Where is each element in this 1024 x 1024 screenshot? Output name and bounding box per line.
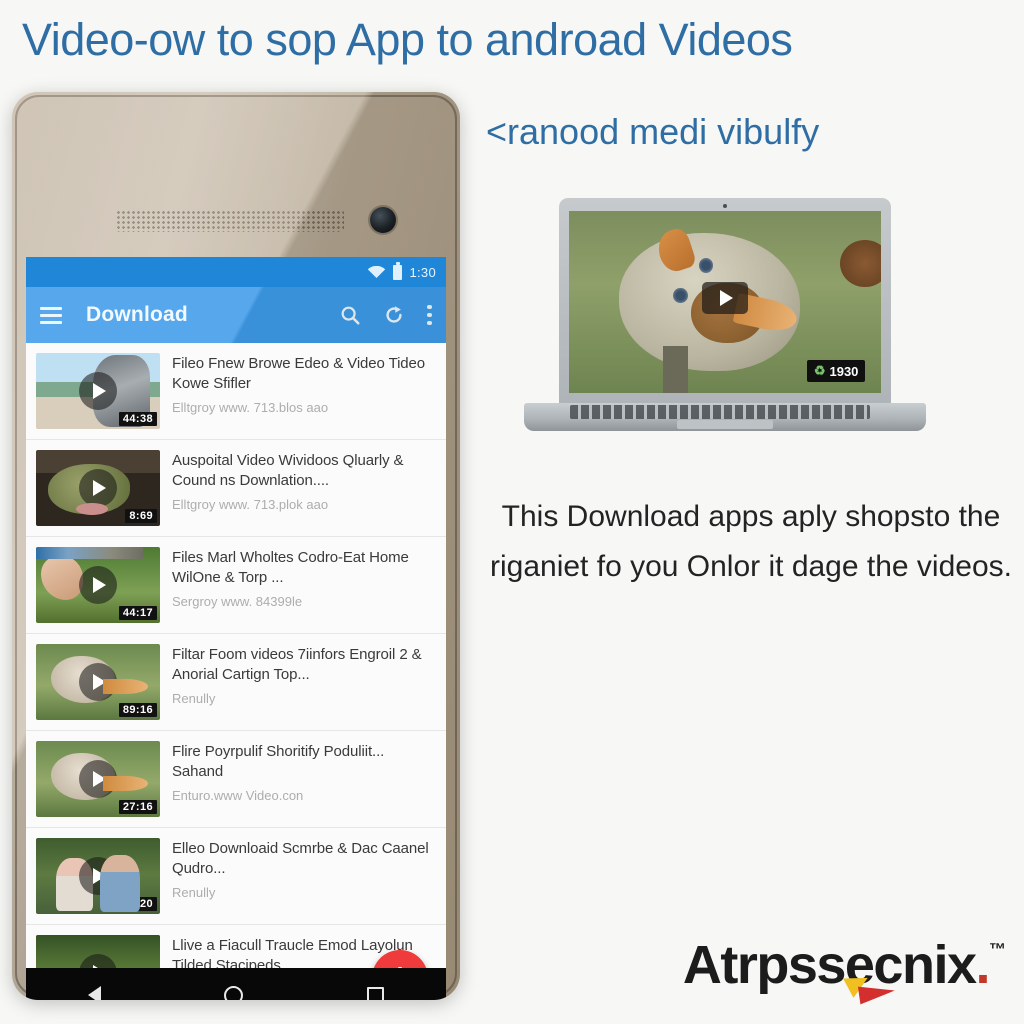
- front-camera-icon: [370, 207, 396, 233]
- plush-eye: [673, 288, 688, 304]
- body-copy-text: This Download apps aply shopsto the riga…: [490, 500, 1012, 583]
- video-thumbnail[interactable]: 44:38: [36, 353, 160, 429]
- page-subheadline: <ranood medi vibulfy: [486, 111, 820, 152]
- video-title: Filtar Foom videos 7iinfors Engroil 2 & …: [172, 646, 422, 683]
- laptop-camera-icon: [723, 204, 727, 208]
- video-thumbnail[interactable]: 61:20: [36, 838, 160, 914]
- duration-badge: 27:16: [118, 800, 157, 814]
- app-bar-actions: [339, 304, 432, 326]
- status-bar-clock: 1:30: [409, 264, 436, 280]
- video-thumbnail[interactable]: 27:16: [36, 741, 160, 817]
- play-button-icon[interactable]: [79, 372, 117, 410]
- list-item[interactable]: 89:16 Filtar Foom videos 7iinfors Engroi…: [26, 634, 446, 731]
- video-subtitle: Renully: [172, 691, 216, 706]
- status-bar: 1:30: [26, 257, 446, 287]
- list-item[interactable]: 44:38 Fileo Fnew Browe Edeo & Video Tide…: [26, 343, 446, 440]
- play-button-icon[interactable]: [702, 282, 748, 315]
- duration-badge: 89:16: [118, 703, 157, 717]
- recycle-icon: ♻: [813, 363, 826, 379]
- play-button-icon[interactable]: [79, 469, 117, 507]
- video-title: Flire Poyrpulif Shoritify Poduliit... Sa…: [172, 743, 385, 780]
- video-title: Auspoital Video Wividoos Qluarly & Cound…: [172, 452, 404, 489]
- plush-ear: [653, 226, 697, 276]
- play-button-icon[interactable]: [79, 760, 117, 798]
- list-item-meta: Auspoital Video Wividoos Qluarly & Cound…: [172, 450, 436, 513]
- nav-back-icon[interactable]: [87, 986, 101, 1000]
- list-item-meta: Filtar Foom videos 7iinfors Engroil 2 & …: [172, 644, 436, 707]
- laptop-trackpad: [677, 420, 773, 429]
- video-download-list[interactable]: 44:38 Fileo Fnew Browe Edeo & Video Tide…: [26, 343, 446, 1000]
- brand-logo-dot: .: [975, 935, 990, 995]
- brand-logo-name: Atrpssecnix: [682, 935, 977, 995]
- app-bar: Download: [26, 287, 446, 343]
- list-item[interactable]: 27:16 Flire Poyrpulif Shoritify Poduliit…: [26, 731, 446, 828]
- wifi-icon: [368, 265, 386, 278]
- video-title: Elleo Downloaid Scmrbe & Dac Caanel Qudr…: [172, 840, 429, 877]
- video-subtitle: Elltgroy www. 713.blos aao: [172, 400, 329, 415]
- trademark-symbol: ™: [989, 940, 1006, 959]
- hamburger-menu-icon[interactable]: [40, 306, 62, 324]
- video-subtitle: Elltgroy www. 713.plok aao: [172, 497, 329, 512]
- app-bar-title: Download: [86, 303, 188, 326]
- overflow-menu-icon[interactable]: [427, 304, 432, 326]
- laptop-keyboard: [570, 405, 870, 419]
- duration-badge: 8:69: [125, 509, 157, 523]
- brand-logo-wordmark: Atrpssecnix.: [682, 934, 990, 1005]
- laptop-screen-video[interactable]: ♻ 1930: [569, 211, 881, 393]
- list-item[interactable]: 61:20 Elleo Downloaid Scmrbe & Dac Caane…: [26, 828, 446, 925]
- android-navigation-bar: [26, 968, 446, 1000]
- laptop-lid: ♻ 1930: [559, 198, 891, 410]
- earpiece-speaker-grille: [116, 210, 344, 232]
- phone-device-mockup: 1:30 Download 44:38 Fileo Fnew Browe Ede…: [12, 92, 460, 1000]
- video-badge-text: 1930: [829, 363, 859, 379]
- plush-eye: [698, 257, 713, 273]
- laptop-device-mockup: ♻ 1930: [524, 198, 926, 448]
- video-thumbnail[interactable]: 44:17: [36, 547, 160, 623]
- video-thumbnail[interactable]: 89:16: [36, 644, 160, 720]
- duration-badge: 61:20: [118, 897, 157, 911]
- list-item-meta: Flire Poyrpulif Shoritify Poduliit... Sa…: [172, 741, 436, 804]
- nav-home-icon[interactable]: [224, 985, 244, 1000]
- search-icon[interactable]: [339, 304, 361, 326]
- duration-badge: 44:17: [118, 606, 157, 620]
- video-subtitle: Sergroy www. 84399le: [172, 594, 303, 609]
- list-item[interactable]: 44:17 Files Marl Wholtes Codro-Eat Home …: [26, 537, 446, 634]
- video-subtitle: Enturo.www Video.con: [172, 788, 304, 803]
- page-headline: Video-ow to sop App to androad Videos: [22, 14, 793, 65]
- play-button-icon[interactable]: [79, 663, 117, 701]
- battery-icon: [393, 262, 403, 280]
- plush-stand: [662, 345, 688, 393]
- logo-red-arrow-icon: [857, 981, 897, 1005]
- brand-logo: Atrpssecnix. ™: [682, 934, 1006, 1005]
- background-blob: [840, 240, 881, 288]
- phone-screen: 1:30 Download 44:38 Fileo Fnew Browe Ede…: [26, 257, 446, 1000]
- video-subtitle: Renully: [172, 885, 216, 900]
- duration-badge: 44:38: [118, 412, 157, 426]
- play-button-icon[interactable]: [79, 566, 117, 604]
- nav-recents-icon[interactable]: [367, 986, 385, 1000]
- play-button-icon[interactable]: [79, 857, 117, 895]
- list-item-meta: Files Marl Wholtes Codro-Eat Home WilOne…: [172, 547, 436, 610]
- video-title: Files Marl Wholtes Codro-Eat Home WilOne…: [172, 549, 409, 586]
- list-item-meta: Elleo Downloaid Scmrbe & Dac Caanel Qudr…: [172, 838, 436, 901]
- video-title: Fileo Fnew Browe Edeo & Video Tideo Kowe…: [172, 355, 426, 392]
- list-item-meta: Fileo Fnew Browe Edeo & Video Tideo Kowe…: [172, 353, 436, 416]
- video-badge: ♻ 1930: [806, 360, 866, 383]
- refresh-icon[interactable]: [383, 304, 405, 326]
- video-thumbnail[interactable]: 8:69: [36, 450, 160, 526]
- list-item[interactable]: 8:69 Auspoital Video Wividoos Qluarly & …: [26, 440, 446, 537]
